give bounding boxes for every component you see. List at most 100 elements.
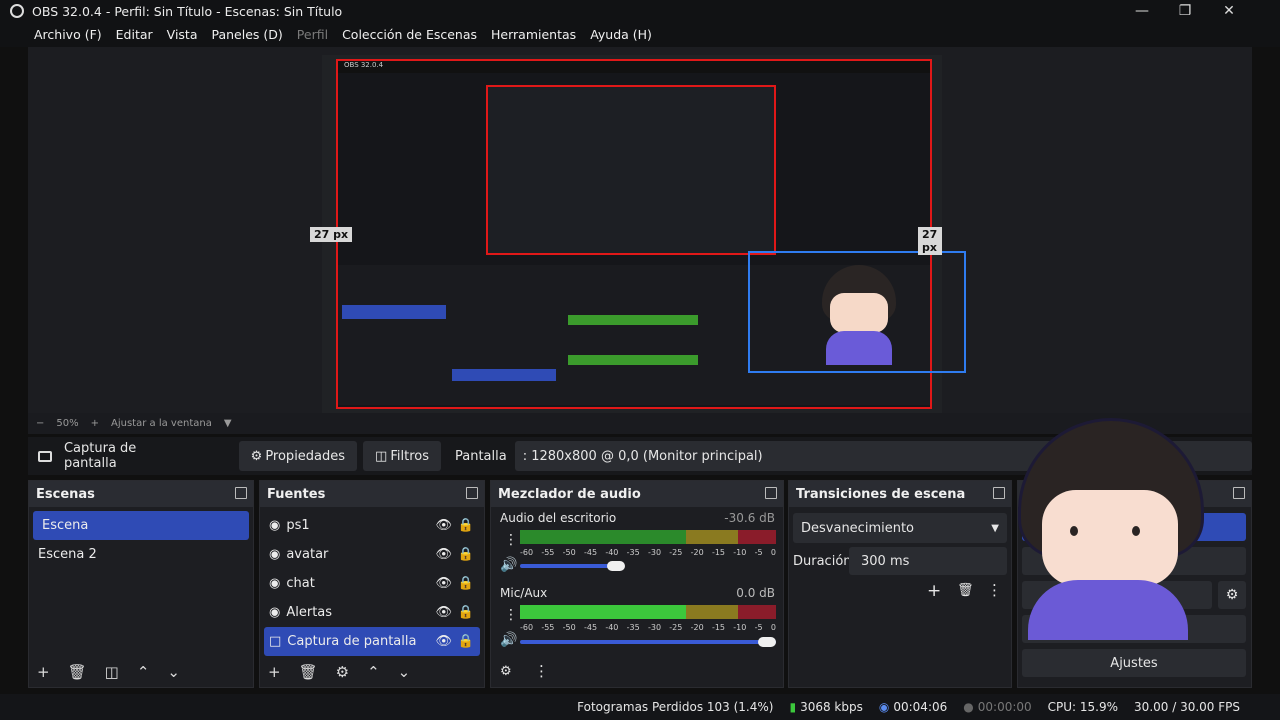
undock-icon[interactable] xyxy=(235,487,247,499)
transitions-title: Transiciones de escena xyxy=(796,486,966,502)
meter-tick-label: -10 xyxy=(733,623,747,632)
source-item[interactable]: ◉ chat 👁 🔒 xyxy=(260,569,484,598)
undock-icon[interactable] xyxy=(765,487,777,499)
up-icon[interactable]: ⌃ xyxy=(367,663,380,681)
down-icon[interactable]: ⌄ xyxy=(398,663,411,681)
eye-icon[interactable]: 👁 xyxy=(435,634,452,649)
trash-icon[interactable]: 🗑 xyxy=(68,663,87,681)
undock-icon[interactable] xyxy=(1233,487,1245,499)
menu-ayuda[interactable]: Ayuda (H) xyxy=(590,27,652,42)
volume-icon[interactable]: 🔊 xyxy=(500,557,517,573)
source-label: chat xyxy=(286,576,315,591)
mixer-settings-icon[interactable]: ⚙ xyxy=(500,664,512,679)
filter-icon[interactable]: ◫ xyxy=(105,663,119,681)
zoom-in-button[interactable]: + xyxy=(91,418,99,429)
lock-icon[interactable]: 🔒 xyxy=(458,518,474,533)
eye-icon[interactable]: 👁 xyxy=(435,576,452,591)
filter-icon: ◫ xyxy=(375,448,388,464)
title-bar: OBS 32.0.4 - Perfil: Sin Título - Escena… xyxy=(0,0,1280,22)
lock-icon[interactable]: 🔒 xyxy=(458,605,474,620)
gear-icon[interactable]: ⚙ xyxy=(336,663,349,681)
eye-icon[interactable]: 👁 xyxy=(435,605,452,620)
settings-button[interactable]: Ajustes xyxy=(1022,649,1246,677)
lock-icon[interactable]: 🔒 xyxy=(458,576,474,591)
meter-tick-label: -30 xyxy=(647,623,662,632)
menu-editar[interactable]: Editar xyxy=(116,27,153,42)
add-icon[interactable]: + xyxy=(927,581,941,601)
source-item[interactable]: ◉ avatar 👁 🔒 xyxy=(260,540,484,569)
sources-dock: Fuentes ◉ ps1 👁 🔒 ◉ avatar 👁 🔒 ◉ chat 👁 🔒 ◉ Alerta… xyxy=(259,480,485,688)
meter-tick-label: -45 xyxy=(583,548,598,557)
slider-knob[interactable] xyxy=(607,561,625,571)
trash-icon[interactable]: 🗑 xyxy=(957,583,974,598)
source-item[interactable]: ◉ Alertas 👁 🔒 xyxy=(260,598,484,627)
lock-icon[interactable]: 🔒 xyxy=(458,547,474,562)
down-icon[interactable]: ⌄ xyxy=(167,663,180,681)
volume-icon[interactable]: 🔊 xyxy=(500,632,517,648)
meter-tick-label: -45 xyxy=(583,623,598,632)
window-title: OBS 32.0.4 - Perfil: Sin Título - Escena… xyxy=(32,3,343,19)
menu-paneles[interactable]: Paneles (D) xyxy=(212,27,283,42)
scene-item[interactable]: Escena xyxy=(33,511,249,540)
menu-vista[interactable]: Vista xyxy=(167,27,198,42)
scenes-header: Escenas xyxy=(29,481,253,507)
fit-window-label[interactable]: Ajustar a la ventana xyxy=(111,418,212,429)
menu-archivo[interactable]: Archivo (F) xyxy=(34,27,102,42)
volume-slider-desktop[interactable] xyxy=(520,564,620,568)
transitions-header: Transiciones de escena xyxy=(789,481,1011,507)
fps: 30.00 / 30.00 FPS xyxy=(1134,700,1240,714)
source-label: Alertas xyxy=(286,605,333,620)
volume-slider-mic[interactable] xyxy=(520,640,776,644)
undock-icon[interactable] xyxy=(466,487,478,499)
menu-perfil[interactable]: Perfil xyxy=(297,27,328,42)
globe-icon: ◉ xyxy=(269,605,281,620)
chevron-down-icon[interactable]: ▼ xyxy=(224,418,232,429)
add-icon[interactable]: + xyxy=(37,663,50,681)
trash-icon[interactable]: 🗑 xyxy=(299,663,318,681)
menu-coleccion-escenas[interactable]: Colección de Escenas xyxy=(342,27,477,42)
mixer-header: Mezclador de audio xyxy=(491,481,783,507)
menu-bar: Archivo (F) Editar Vista Paneles (D) Per… xyxy=(0,22,1280,47)
volume-meter-desktop xyxy=(520,530,777,544)
eye-icon[interactable]: 👁 xyxy=(435,547,452,562)
meter-tick-label: -10 xyxy=(733,548,747,557)
source-item[interactable]: □ Captura de pantalla 👁 🔒 xyxy=(264,627,480,656)
transition-select[interactable]: Desvanecimiento ▼ xyxy=(793,513,1007,543)
preview-canvas[interactable]: OBS 32.0.4 27 px 27 px xyxy=(310,55,966,413)
up-icon[interactable]: ⌃ xyxy=(137,663,150,681)
meter-tick-label: -35 xyxy=(626,548,640,557)
properties-label: Propiedades xyxy=(265,448,346,464)
stream-time: 00:04:06 xyxy=(893,700,948,714)
menu-icon[interactable]: ⋮ xyxy=(987,581,1002,599)
channel-menu-icon[interactable]: ⋮ xyxy=(504,532,518,548)
menu-herramientas[interactable]: Herramientas xyxy=(491,27,576,42)
minimize-button[interactable]: — xyxy=(1120,0,1164,22)
monitor-icon xyxy=(38,450,52,462)
meter-tick-label: -5 xyxy=(754,623,763,632)
lock-icon[interactable]: 🔒 xyxy=(458,634,474,649)
record-time: 00:00:00 xyxy=(977,700,1032,714)
meter-ticks: -60 -55 -50 -45 -40 -35 -30 -25 -20 -15 -10 -5 0 xyxy=(520,548,776,557)
meter-tick-label: -30 xyxy=(647,548,662,557)
source-item[interactable]: ◉ ps1 👁 🔒 xyxy=(260,511,484,540)
maximize-button[interactable]: ❐ xyxy=(1163,0,1207,22)
meter-tick-label: -40 xyxy=(605,548,619,557)
properties-button[interactable]: ⚙ Propiedades xyxy=(238,441,358,471)
undock-icon[interactable] xyxy=(993,487,1005,499)
stream-icon: ◉ xyxy=(878,700,890,714)
scene-item[interactable]: Escena 2 xyxy=(29,540,253,569)
eye-icon[interactable]: 👁 xyxy=(435,518,452,533)
filters-button[interactable]: ◫ Filtros xyxy=(363,441,441,471)
display-value: : 1280x800 @ 0,0 (Monitor principal) xyxy=(522,448,763,464)
slider-knob[interactable] xyxy=(758,637,776,647)
duration-input[interactable]: 300 ms xyxy=(849,547,1007,575)
channel-menu-icon[interactable]: ⋮ xyxy=(504,607,518,623)
close-button[interactable]: ✕ xyxy=(1207,0,1251,22)
add-icon[interactable]: + xyxy=(268,663,281,681)
sources-header: Fuentes xyxy=(260,481,484,507)
meter-tick-label: -25 xyxy=(669,548,683,557)
mixer-menu-icon[interactable]: ⋮ xyxy=(534,662,549,680)
dropped-frames: Fotogramas Perdidos 103 (1.4%) xyxy=(577,700,774,714)
gear-icon[interactable]: ⚙ xyxy=(1218,581,1246,609)
zoom-out-button[interactable]: − xyxy=(36,418,44,429)
